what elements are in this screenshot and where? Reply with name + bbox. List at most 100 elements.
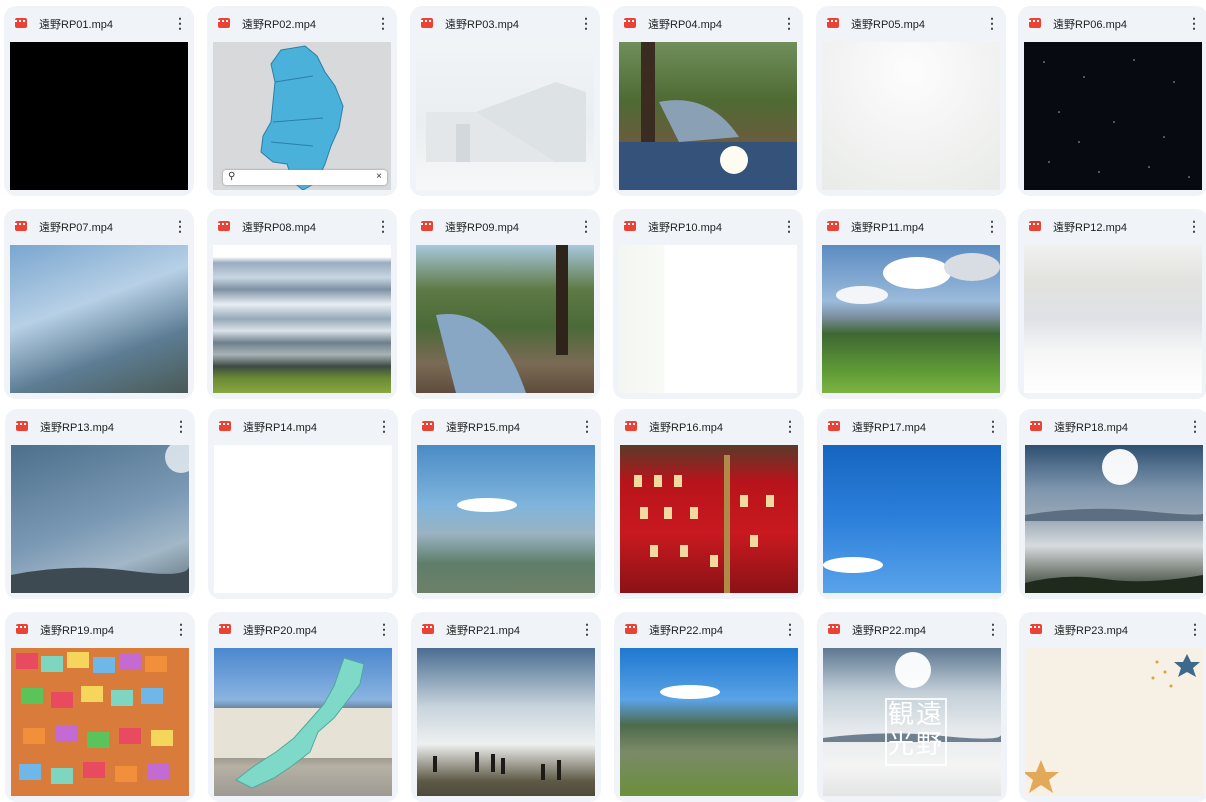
more-vert-icon[interactable]: ⋮ bbox=[986, 621, 1000, 637]
file-card-header: 遠野RP04.mp4 ⋮ bbox=[613, 6, 803, 40]
file-card-header: 遠野RP21.mp4 ⋮ bbox=[411, 612, 601, 646]
file-card[interactable]: 遠野RP11.mp4 ⋮ bbox=[816, 209, 1006, 399]
more-vert-icon[interactable]: ⋮ bbox=[986, 418, 1000, 434]
file-card[interactable]: 遠野RP14.mp4 ⋮ bbox=[208, 409, 398, 599]
thumbnail[interactable] bbox=[822, 245, 1000, 393]
thumbnail[interactable] bbox=[822, 42, 1000, 190]
file-card[interactable]: 遠野RP21.mp4 ⋮ bbox=[411, 612, 601, 802]
file-card[interactable]: 遠野RP02.mp4 ⋮ ⚲ × bbox=[207, 6, 397, 196]
file-card[interactable]: 遠野RP05.mp4 ⋮ bbox=[816, 6, 1006, 196]
video-file-icon bbox=[828, 421, 840, 431]
file-card[interactable]: 遠野RP18.mp4 ⋮ bbox=[1019, 409, 1206, 599]
more-vert-icon[interactable]: ⋮ bbox=[174, 418, 188, 434]
video-file-icon bbox=[15, 18, 27, 28]
more-vert-icon[interactable]: ⋮ bbox=[173, 218, 187, 234]
thumbnail[interactable] bbox=[619, 42, 797, 190]
stream-graphic bbox=[436, 245, 568, 393]
file-name: 遠野RP07.mp4 bbox=[39, 222, 113, 234]
thumbnail[interactable] bbox=[416, 245, 594, 393]
clear-icon[interactable]: × bbox=[376, 171, 382, 182]
file-card[interactable]: 遠野RP22.mp4 ⋮ bbox=[614, 612, 804, 802]
file-card[interactable]: 遠野RP10.mp4 ⋮ bbox=[613, 209, 803, 399]
more-vert-icon[interactable]: ⋮ bbox=[376, 15, 390, 31]
file-card[interactable]: 遠野RP04.mp4 ⋮ bbox=[613, 6, 803, 196]
file-name: 遠野RP11.mp4 bbox=[851, 222, 925, 234]
more-vert-icon[interactable]: ⋮ bbox=[377, 621, 391, 637]
more-vert-icon[interactable]: ⋮ bbox=[580, 621, 594, 637]
file-card[interactable]: 遠野RP19.mp4 ⋮ bbox=[5, 612, 195, 802]
thumbnail[interactable] bbox=[417, 445, 595, 593]
thumbnail[interactable] bbox=[1024, 42, 1202, 190]
file-card[interactable]: 遠野RP08.mp4 ⋮ bbox=[207, 209, 397, 399]
more-vert-icon[interactable]: ⋮ bbox=[376, 218, 390, 234]
video-file-icon bbox=[827, 221, 839, 231]
more-vert-icon[interactable]: ⋮ bbox=[377, 418, 391, 434]
thumbnail[interactable] bbox=[11, 648, 189, 796]
file-name: 遠野RP20.mp4 bbox=[243, 625, 317, 637]
file-card-header: 遠野RP12.mp4 ⋮ bbox=[1018, 209, 1206, 243]
file-name: 遠野RP17.mp4 bbox=[852, 422, 926, 434]
thumbnail[interactable] bbox=[10, 42, 188, 190]
thumbnail[interactable] bbox=[11, 445, 189, 593]
thumbnail[interactable] bbox=[1024, 245, 1202, 393]
thumbnail[interactable] bbox=[417, 648, 595, 796]
thumbnail[interactable] bbox=[213, 245, 391, 393]
thumbnail[interactable]: ⚲ × bbox=[213, 42, 391, 190]
file-card[interactable]: 遠野RP15.mp4 ⋮ bbox=[411, 409, 601, 599]
stream-graphic bbox=[619, 42, 797, 190]
more-vert-icon[interactable]: ⋮ bbox=[985, 15, 999, 31]
file-card[interactable]: 遠野RP03.mp4 ⋮ bbox=[410, 6, 600, 196]
more-vert-icon[interactable]: ⋮ bbox=[783, 418, 797, 434]
map-search-bar[interactable]: ⚲ × bbox=[223, 170, 387, 185]
thumbnail[interactable] bbox=[1025, 445, 1203, 593]
file-card[interactable]: 遠野RP01.mp4 ⋮ bbox=[4, 6, 194, 196]
more-vert-icon[interactable]: ⋮ bbox=[782, 218, 796, 234]
more-vert-icon[interactable]: ⋮ bbox=[985, 218, 999, 234]
file-card-header: 遠野RP03.mp4 ⋮ bbox=[410, 6, 600, 40]
more-vert-icon[interactable]: ⋮ bbox=[580, 418, 594, 434]
cloud-graphic bbox=[457, 498, 517, 512]
file-card-header: 遠野RP02.mp4 ⋮ bbox=[207, 6, 397, 40]
more-vert-icon[interactable]: ⋮ bbox=[782, 15, 796, 31]
thumbnail[interactable] bbox=[214, 445, 392, 593]
file-card[interactable]: 遠野RP16.mp4 ⋮ bbox=[614, 409, 804, 599]
file-card[interactable]: 遠野RP22.mp4 ⋮ 観遠 光野 bbox=[817, 612, 1007, 802]
more-vert-icon[interactable]: ⋮ bbox=[783, 621, 797, 637]
thumbnail[interactable] bbox=[416, 42, 594, 190]
video-file-icon bbox=[422, 421, 434, 431]
thumbnail[interactable]: 観遠 光野 bbox=[823, 648, 1001, 796]
more-vert-icon[interactable]: ⋮ bbox=[173, 15, 187, 31]
more-vert-icon[interactable]: ⋮ bbox=[1187, 218, 1201, 234]
file-card-header: 遠野RP08.mp4 ⋮ bbox=[207, 209, 397, 243]
video-file-icon bbox=[16, 421, 28, 431]
video-file-icon bbox=[625, 624, 637, 634]
thumbnail[interactable] bbox=[214, 648, 392, 796]
thumbnail[interactable] bbox=[1025, 648, 1203, 796]
more-vert-icon[interactable]: ⋮ bbox=[579, 15, 593, 31]
thumbnail[interactable] bbox=[620, 648, 798, 796]
thumbnail[interactable] bbox=[620, 445, 798, 593]
file-card[interactable]: 遠野RP07.mp4 ⋮ bbox=[4, 209, 194, 399]
file-card[interactable]: 遠野RP23.mp4 ⋮ bbox=[1019, 612, 1206, 802]
file-card[interactable]: 遠野RP20.mp4 ⋮ bbox=[208, 612, 398, 802]
more-vert-icon[interactable]: ⋮ bbox=[1187, 15, 1201, 31]
thumbnail[interactable] bbox=[619, 245, 797, 393]
file-name: 遠野RP12.mp4 bbox=[1053, 222, 1127, 234]
file-card[interactable]: 遠野RP09.mp4 ⋮ bbox=[410, 209, 600, 399]
ema-graphic bbox=[16, 652, 173, 784]
japan-map-graphic bbox=[214, 657, 392, 789]
video-file-icon bbox=[1029, 18, 1041, 28]
thumbnail[interactable] bbox=[823, 445, 1001, 593]
more-vert-icon[interactable]: ⋮ bbox=[174, 621, 188, 637]
more-vert-icon[interactable]: ⋮ bbox=[1188, 418, 1202, 434]
file-card[interactable]: 遠野RP17.mp4 ⋮ bbox=[817, 409, 1007, 599]
thumbnail[interactable] bbox=[10, 245, 188, 393]
file-card[interactable]: 遠野RP06.mp4 ⋮ bbox=[1018, 6, 1206, 196]
file-card[interactable]: 遠野RP13.mp4 ⋮ bbox=[5, 409, 195, 599]
more-vert-icon[interactable]: ⋮ bbox=[579, 218, 593, 234]
file-name: 遠野RP22.mp4 bbox=[852, 625, 926, 637]
file-card[interactable]: 遠野RP12.mp4 ⋮ bbox=[1018, 209, 1206, 399]
logo-text: 観遠 bbox=[887, 700, 944, 730]
more-vert-icon[interactable]: ⋮ bbox=[1188, 621, 1202, 637]
file-name: 遠野RP19.mp4 bbox=[40, 625, 114, 637]
